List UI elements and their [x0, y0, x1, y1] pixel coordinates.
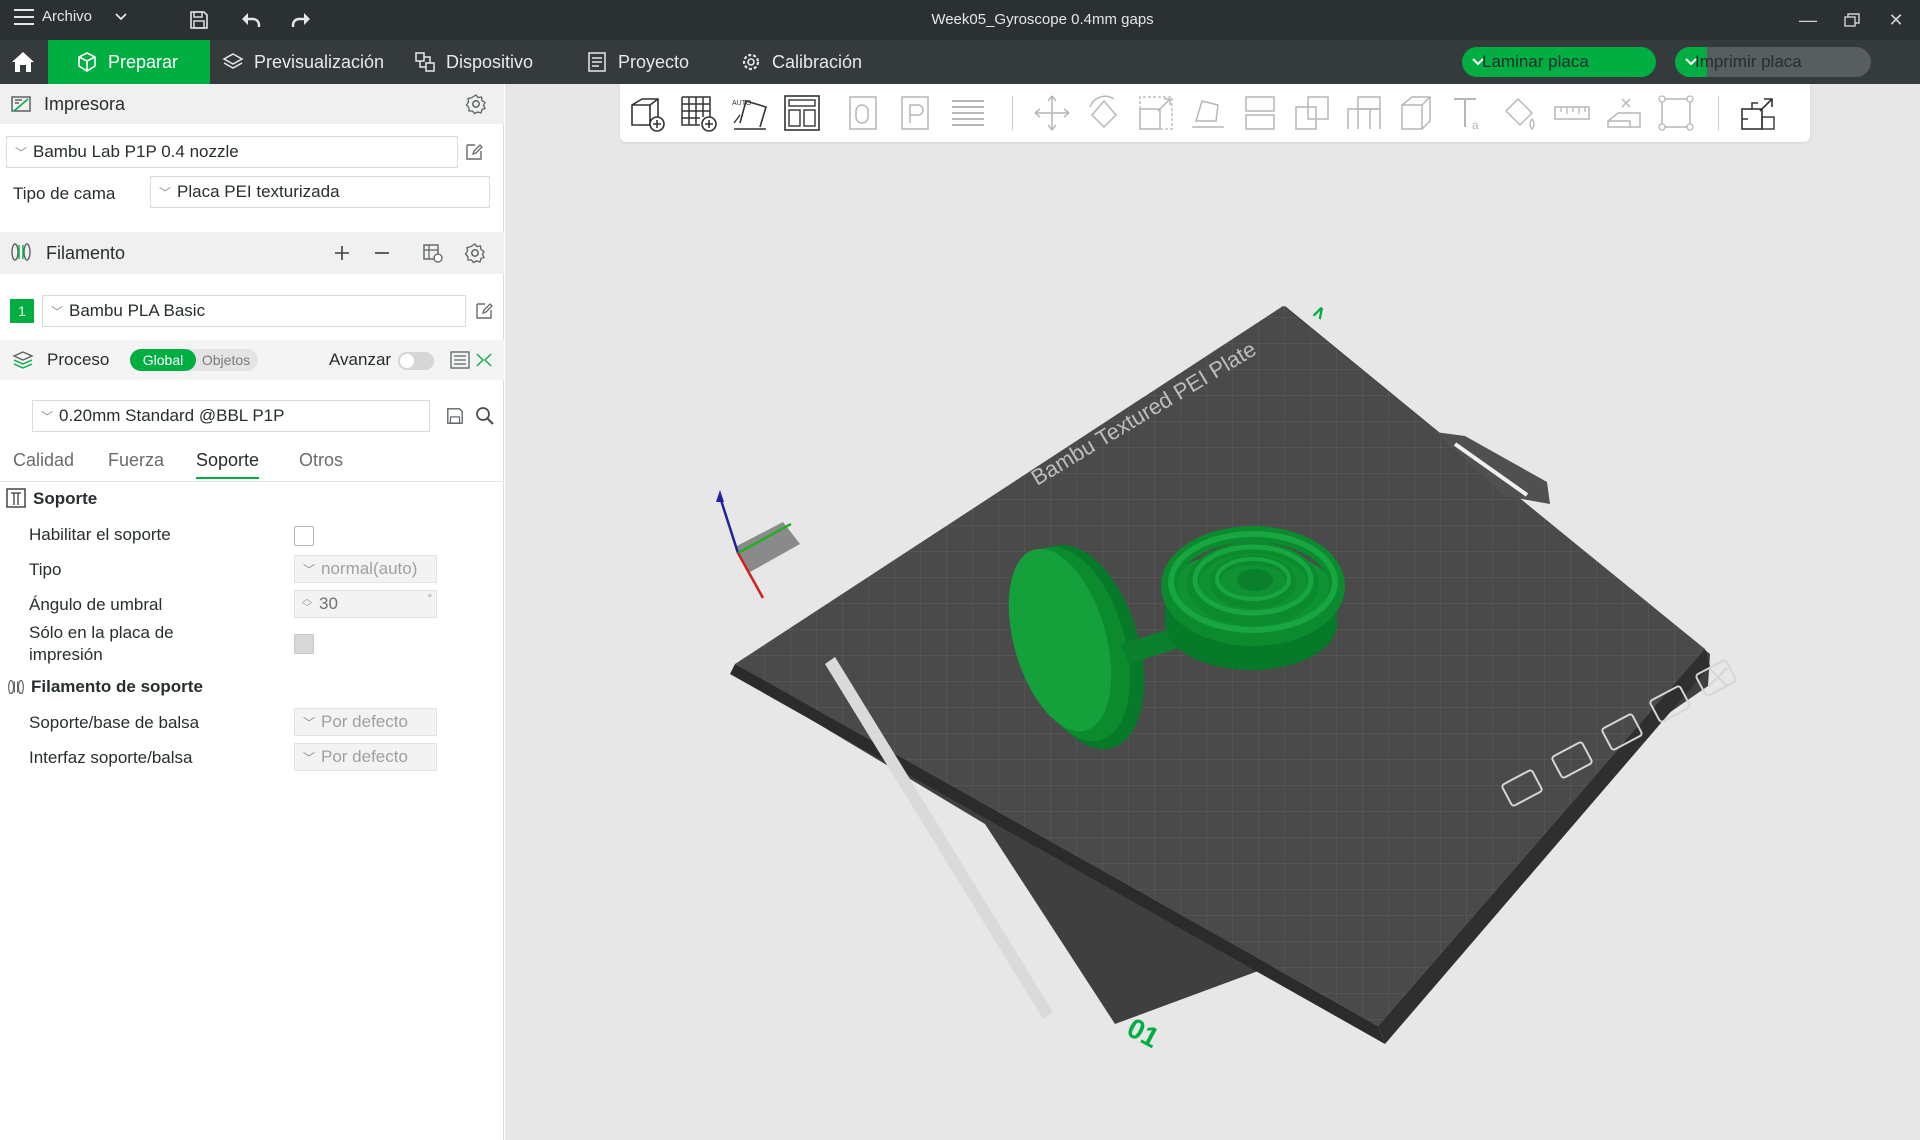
redo-icon[interactable] — [288, 8, 314, 32]
filament-slot-badge[interactable]: 1 — [10, 299, 34, 323]
save-icon[interactable] — [186, 8, 212, 32]
title-bar: Archivo Week05_Gyroscope 0.4mm gaps — ✕ — [0, 0, 1920, 40]
project-icon — [588, 52, 606, 72]
filament-settings-gear-icon[interactable] — [463, 241, 487, 265]
subtab-others[interactable]: Otros — [299, 450, 343, 471]
only-plate-checkbox — [294, 634, 314, 654]
calibration-icon — [742, 53, 760, 71]
process-list-icon[interactable] — [448, 348, 472, 372]
filament-section-header: Filamento — [0, 232, 504, 274]
filament-icon — [8, 679, 24, 695]
filament-select[interactable]: ﹀ Bambu PLA Basic — [42, 295, 466, 327]
tab-calibration[interactable]: Calibración — [740, 40, 862, 84]
build-plate-scene: Bambu Textured PEI Plate 01 ∧ — [716, 300, 1737, 1054]
chevron-down-icon: ﹀ — [303, 562, 316, 577]
chevron-down-icon: ﹀ — [51, 304, 64, 319]
filament-icon — [11, 243, 31, 261]
hamburger-icon — [14, 8, 34, 25]
edit-printer-icon[interactable] — [462, 140, 486, 164]
subtab-support[interactable]: Soporte — [196, 450, 260, 479]
support-group-title: Soporte — [33, 489, 98, 508]
threshold-angle-stepper: ︿ ﹀ 30 ° — [294, 590, 437, 618]
advanced-switch[interactable] — [398, 352, 434, 370]
chevron-down-icon: ﹀ — [159, 185, 172, 200]
cube-icon — [78, 52, 96, 72]
enable-support-label: Habilitar el soporte — [29, 525, 171, 544]
minimize-icon[interactable]: — — [1790, 6, 1826, 34]
print-plate-button: Imprimir placa — [1675, 47, 1871, 77]
main-tab-bar: Preparar Previsualización Dispositivo Pr… — [0, 40, 1920, 84]
slice-plate-button[interactable]: Laminar placa — [1462, 47, 1656, 77]
printer-section-header: Impresora — [0, 84, 504, 124]
chevron-down-icon: ﹀ — [41, 409, 54, 424]
printer-settings-gear-icon[interactable] — [464, 92, 488, 116]
svg-text:∧: ∧ — [1309, 300, 1330, 324]
process-icon — [12, 351, 34, 369]
support-icon — [6, 488, 26, 508]
support-base-select: ﹀ Por defecto — [294, 708, 437, 736]
restore-icon[interactable] — [1834, 6, 1870, 34]
home-icon[interactable] — [0, 40, 46, 84]
support-base-label: Soporte/base de balsa — [29, 713, 200, 732]
settings-panel: Impresora ﹀ Bambu Lab P1P 0.4 nozzle Tip… — [0, 84, 504, 1140]
chevron-down-icon: ﹀ — [15, 145, 28, 160]
support-type-label: Tipo — [29, 560, 62, 579]
chevron-down-icon: ﹀ — [303, 715, 316, 730]
tab-project[interactable]: Proyecto — [586, 40, 689, 84]
layers-icon — [222, 53, 244, 69]
filament-sync-icon[interactable] — [421, 241, 445, 265]
tab-device[interactable]: Dispositivo — [414, 40, 533, 84]
process-preset-select[interactable]: ﹀ 0.20mm Standard @BBL P1P — [32, 400, 430, 432]
add-filament-icon[interactable] — [330, 241, 354, 265]
bed-type-label: Tipo de cama — [13, 184, 116, 203]
enable-support-checkbox[interactable] — [294, 526, 314, 546]
only-plate-label-line2: impresión — [29, 645, 103, 664]
tab-preview[interactable]: Previsualización — [222, 40, 384, 84]
3d-viewport[interactable]: AUTO a Bambu Textured PEI Plate 01 ∧ — [505, 84, 1920, 1140]
support-type-select: ﹀ normal(auto) — [294, 555, 437, 583]
support-interface-select: ﹀ Por defecto — [294, 743, 437, 771]
printer-select[interactable]: ﹀ Bambu Lab P1P 0.4 nozzle — [6, 136, 458, 168]
chevron-down-icon — [115, 12, 127, 20]
search-icon[interactable] — [473, 404, 497, 428]
global-toggle-option[interactable]: Global — [130, 349, 196, 371]
undo-icon[interactable] — [238, 8, 264, 32]
global-objects-toggle[interactable]: Global Objetos — [130, 349, 258, 371]
chevron-down-icon: ﹀ — [303, 750, 316, 765]
stepper-arrows-icon: ︿ ﹀ — [302, 594, 312, 614]
edit-filament-icon[interactable] — [472, 299, 496, 323]
printer-icon — [11, 96, 31, 112]
save-preset-icon[interactable] — [443, 404, 467, 428]
subtab-strength[interactable]: Fuerza — [108, 450, 164, 471]
filament-section-title: Filamento — [46, 242, 126, 263]
remove-filament-icon[interactable] — [370, 241, 394, 265]
process-compare-icon[interactable] — [472, 348, 496, 372]
device-icon — [415, 52, 435, 72]
threshold-angle-label: Ángulo de umbral — [29, 595, 163, 614]
process-subtabs: Calidad Fuerza Soporte Otros — [0, 444, 504, 482]
close-icon[interactable]: ✕ — [1878, 6, 1914, 34]
file-menu[interactable]: Archivo — [14, 8, 130, 25]
file-menu-label: Archivo — [42, 8, 93, 25]
process-section-header: Proceso Global Objetos Avanzar — [0, 340, 504, 380]
process-section-title: Proceso — [47, 350, 110, 369]
printer-section-title: Impresora — [44, 93, 126, 114]
objects-toggle-option[interactable]: Objetos — [196, 349, 256, 371]
advanced-label: Avanzar — [329, 350, 392, 369]
bed-type-select[interactable]: ﹀ Placa PEI texturizada — [150, 176, 490, 208]
subtab-quality[interactable]: Calidad — [13, 450, 74, 471]
only-plate-label-line1: Sólo en la placa de — [29, 623, 174, 642]
support-filament-group-title: Filamento de soporte — [31, 677, 203, 696]
support-interface-label: Interfaz soporte/balsa — [29, 748, 193, 767]
tab-prepare[interactable]: Preparar — [48, 40, 210, 84]
